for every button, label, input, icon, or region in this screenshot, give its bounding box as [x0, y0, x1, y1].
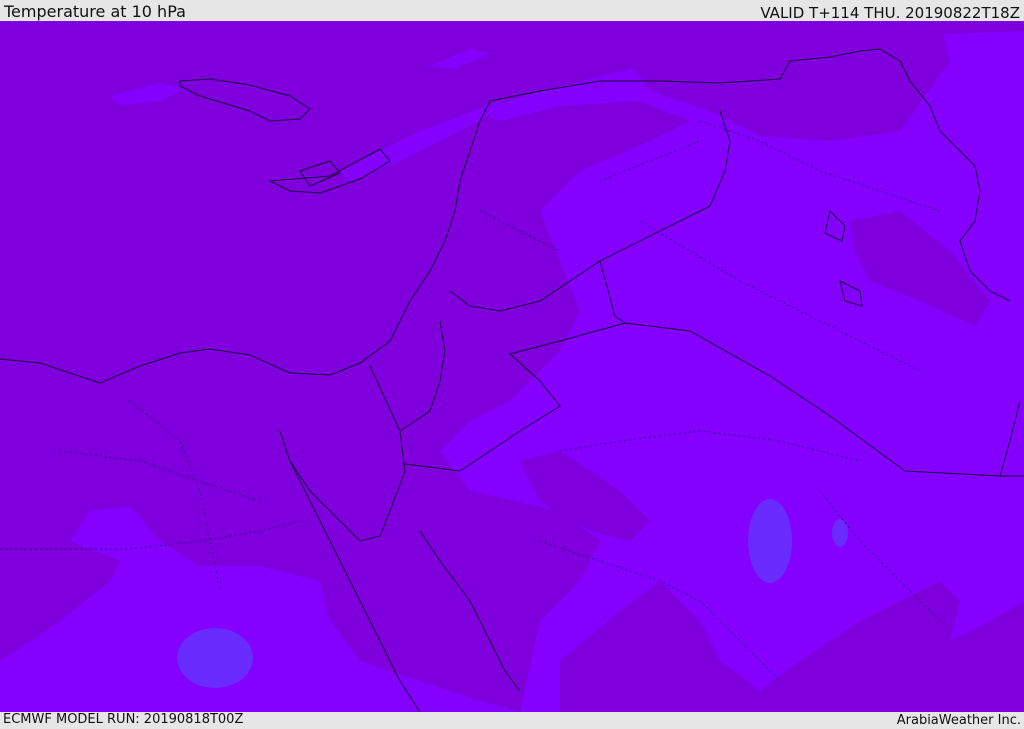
valid-time-label: VALID T+114 THU. 20190822T18Z [760, 4, 1020, 22]
temperature-contour-warmest-2 [177, 628, 253, 688]
header-bar: Temperature at 10 hPa VALID T+114 THU. 2… [0, 0, 1024, 22]
credit-label: ArabiaWeather Inc. [896, 713, 1021, 728]
model-run-label: ECMWF MODEL RUN: 20190818T00Z [3, 712, 244, 727]
footer-bar: ECMWF MODEL RUN: 20190818T00Z ArabiaWeat… [0, 712, 1024, 729]
map-title: Temperature at 10 hPa [4, 2, 186, 21]
temperature-contour-warmest-1 [748, 499, 792, 583]
weather-map[interactable] [0, 21, 1024, 712]
map-canvas [0, 21, 1024, 712]
